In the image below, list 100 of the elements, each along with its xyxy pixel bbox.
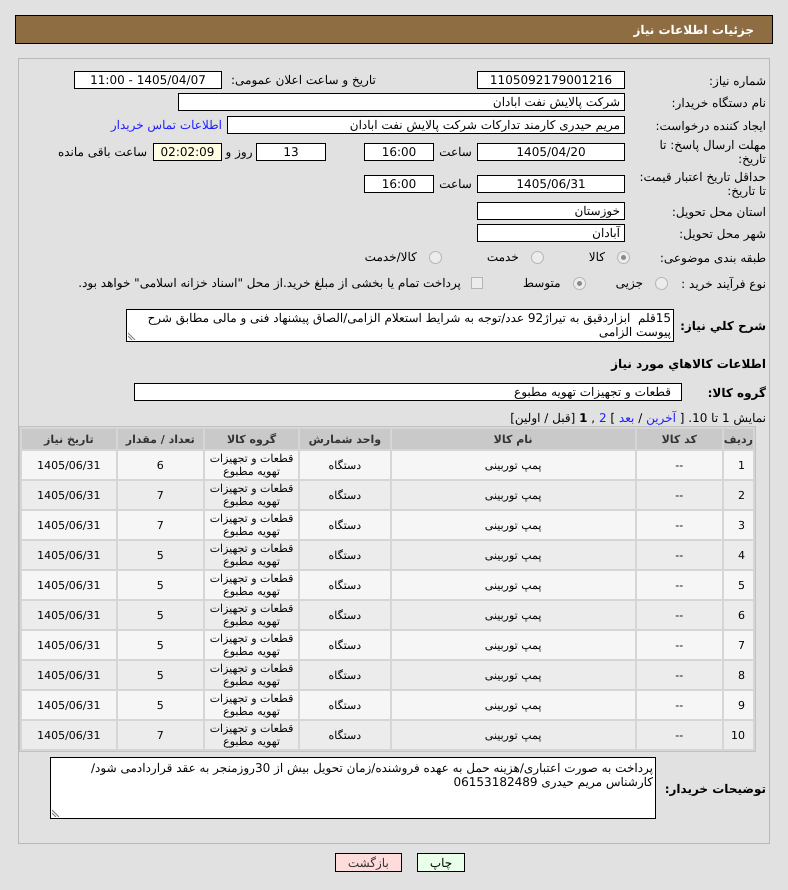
days-field[interactable]: 13 [256,143,326,161]
table-cell: پمپ توربینی [392,571,635,599]
table-cell: 9 [724,691,753,719]
table-cell: قطعات و تجهیزات تهویه مطبوع [204,661,298,689]
buyer-notes-textarea[interactable]: پرداخت به صورت اعتباری/هزینه حمل به عهده فروشنده/زمان تحویل بیش از 30روزمنجر به عقد قراردادمی شود/کارشناس مریم حیدری 06153182489 [50,757,656,819]
section-title: اطلاعات کالاهاي مورد نیاز [611,357,766,371]
table-cell: 1405/06/31 [22,511,116,539]
radio-label: جزیی [616,276,643,290]
table-cell: دستگاه [300,481,390,509]
buyer-org-field[interactable]: شرکت پالایش نفت ابادان [178,93,625,111]
page-title: جزئیات اطلاعات نیاز [633,22,754,36]
price-validity-date-field[interactable]: 1405/06/31 [477,175,625,193]
table-cell: 1405/06/31 [22,571,116,599]
table-cell: پمپ توربینی [392,631,635,659]
radio-label: کالا/خدمت [364,250,417,264]
column-header: تعداد / مقدار [118,429,203,449]
pagination-text: نمایش 1 تا 10. [ [680,411,766,425]
column-header: گروه کالا [204,429,298,449]
pagination-text: / [638,411,642,425]
field-label: نوع فرآیند خرید : [681,277,766,291]
table-cell: پمپ توربینی [392,541,635,569]
pagination-link[interactable]: آخرین [646,411,676,425]
province-field[interactable]: خوزستان [477,202,625,220]
table-cell: -- [636,691,722,719]
table-cell: دستگاه [300,511,390,539]
deadline-time-field[interactable]: 16:00 [364,143,434,161]
column-header: ردیف [724,429,753,449]
table-cell: قطعات و تجهیزات تهویه مطبوع [204,631,298,659]
back-button[interactable]: بازگشت [334,853,402,872]
need-number-field[interactable]: 1105092179001216 [477,70,625,88]
table-cell: قطعات و تجهیزات تهویه مطبوع [204,481,298,509]
table-cell: قطعات و تجهیزات تهویه مطبوع [204,511,298,539]
city-field[interactable]: آبادان [477,224,625,242]
table-cell: -- [636,511,722,539]
radio-button[interactable] [530,250,544,264]
contact-info-link[interactable]: اطلاعات تماس خریدار [110,118,222,132]
table-cell: -- [636,601,722,629]
radio-label: خدمت [486,250,519,264]
table-cell: 7 [118,481,203,509]
table-cell: -- [636,631,722,659]
remaining-time-label: ساعت باقی مانده [58,145,147,159]
table-cell: پمپ توربینی [392,661,635,689]
table-cell: پمپ توربینی [392,691,635,719]
table-cell: 4 [724,541,753,569]
resize-grip-icon[interactable] [128,332,136,340]
table-cell: 5 [118,631,203,659]
field-label: استان محل تحویل: [672,205,766,219]
table-cell: دستگاه [300,601,390,629]
pagination-text: [قبل / اولین] [510,411,576,425]
table-cell: -- [636,451,722,479]
remaining-time-field[interactable]: 02:02:09 [153,143,222,161]
field-label: ایجاد کننده درخواست: [655,118,766,132]
table-cell: 2 [724,481,753,509]
deadline-date-field[interactable]: 1405/04/20 [477,143,625,161]
table-cell: دستگاه [300,661,390,689]
radio-button[interactable] [428,250,442,264]
table-cell: قطعات و تجهیزات تهویه مطبوع [204,541,298,569]
table-cell: دستگاه [300,631,390,659]
table-cell: 7 [118,511,203,539]
radio-button[interactable] [572,276,586,290]
table-cell: -- [636,571,722,599]
requester-field[interactable]: مریم حیدری کارمند تدارکات شرکت پالایش نفت ابادان [227,116,625,134]
checkbox-label: پرداخت تمام یا بخشی از مبلغ خرید.از محل "اسناد خزانه اسلامی" خواهد بود. [78,276,461,290]
radio-button[interactable] [655,276,668,290]
table-cell: 1405/06/31 [22,481,116,509]
announcement-date-field[interactable]: 1405/04/07 - 11:00 [74,70,222,88]
field-label: شهر محل تحویل: [679,227,766,241]
checkbox[interactable] [470,277,483,289]
radio-button[interactable] [617,250,630,264]
table-cell: قطعات و تجهیزات تهویه مطبوع [204,571,298,599]
table-cell: -- [636,481,722,509]
radio-label: کالا [588,250,605,264]
table-cell: پمپ توربینی [392,481,635,509]
table-cell: دستگاه [300,541,390,569]
table-cell: 7 [724,631,753,659]
days-label: روز و [226,145,252,159]
resize-grip-icon[interactable] [52,809,60,817]
price-validity-time-field[interactable]: 16:00 [364,175,434,193]
field-label: شماره نیاز: [709,74,766,88]
table-cell: 8 [724,661,753,689]
table-cell: پمپ توربینی [392,451,635,479]
field-label: مهلت ارسال پاسخ: تا تاریخ: [658,138,766,166]
table-cell: قطعات و تجهیزات تهویه مطبوع [204,601,298,629]
table-cell: قطعات و تجهیزات تهویه مطبوع [204,691,298,719]
column-header: نام کالا [392,429,635,449]
print-button[interactable]: چاپ [416,853,466,872]
field-label: شرح کلي نیاز: [680,319,766,333]
goods-group-field[interactable]: قطعات و تجهیزات تهویه مطبوع [134,383,682,401]
table-cell: 7 [118,721,203,749]
table-cell: قطعات و تجهیزات تهویه مطبوع [204,721,298,749]
pagination-link[interactable]: بعد [618,411,634,425]
pagination-link[interactable]: 2 [598,411,607,425]
description-textarea[interactable]: 15قلم ابزاردقیق به تیراژ92 عدد/توجه به شرایط استعلام الزامی/الصاق پیشنهاد فنی و مالی مطابق شرح پیوست الزامی [126,308,674,342]
table-cell: پمپ توربینی [392,511,635,539]
table-cell: 5 [118,661,203,689]
table-cell: -- [636,541,722,569]
table-cell: 5 [118,541,203,569]
table-cell: 6 [724,601,753,629]
table-cell: -- [636,661,722,689]
table-cell: 1405/06/31 [22,451,116,479]
